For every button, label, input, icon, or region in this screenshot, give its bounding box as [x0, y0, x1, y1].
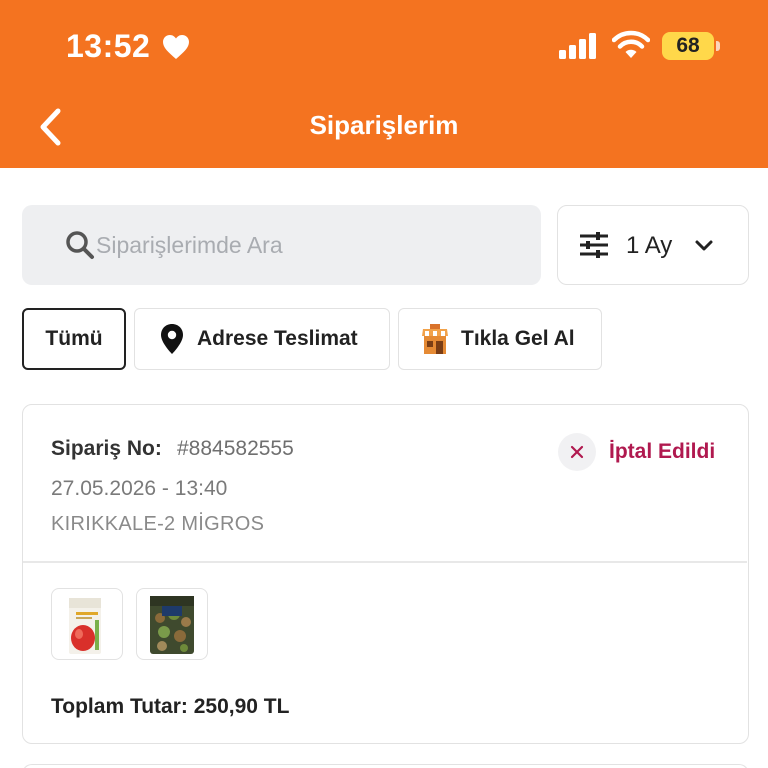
- order-store: KIRIKKALE-2 MİGROS: [51, 513, 265, 535]
- divider: [23, 561, 747, 563]
- search-input[interactable]: [96, 205, 526, 285]
- period-label: 1 Ay: [626, 232, 673, 259]
- chip-label: Tümü: [45, 327, 103, 350]
- order-total: Toplam Tutar: 250,90 TL: [51, 695, 290, 718]
- chip-address-delivery[interactable]: Adrese Teslimat: [134, 308, 390, 370]
- product-thumbnail: [51, 588, 123, 660]
- search-box[interactable]: [22, 205, 541, 285]
- battery-icon: 68: [662, 32, 714, 60]
- order-number: #884582555: [177, 437, 294, 460]
- product-image: [150, 596, 194, 654]
- heart-icon: [163, 35, 189, 59]
- battery-level: 68: [676, 34, 700, 57]
- order-card[interactable]: Sipariş No: #884582555 27.05.2026 - 13:4…: [22, 404, 749, 744]
- location-pin-icon: [161, 324, 183, 354]
- search-icon: [66, 231, 94, 259]
- store-icon: [422, 324, 448, 354]
- chip-label: Tıkla Gel Al: [461, 327, 575, 350]
- period-filter-button[interactable]: 1 Ay: [557, 205, 749, 285]
- main-content: 1 Ay Tümü Adrese Teslimat Tıkla Gel Al S…: [0, 168, 768, 768]
- filter-icon: [580, 232, 608, 258]
- product-thumbnail: [136, 588, 208, 660]
- order-number-label: Sipariş No:: [51, 437, 162, 460]
- page-title: Siparişlerim: [309, 110, 459, 140]
- close-icon: [570, 445, 584, 459]
- order-date: 27.05.2026 - 13:40: [51, 477, 228, 500]
- chip-click-collect[interactable]: Tıkla Gel Al: [398, 308, 602, 370]
- status-indicator: [558, 433, 596, 471]
- status-bar: 13:52 68: [0, 0, 768, 92]
- chevron-down-icon: [695, 240, 713, 251]
- battery-tip: [716, 41, 720, 51]
- product-image: [69, 598, 101, 654]
- wifi-icon: [612, 30, 650, 58]
- chip-all[interactable]: Tümü: [22, 308, 126, 370]
- chip-label: Adrese Teslimat: [197, 327, 358, 350]
- status-time: 13:52: [66, 28, 151, 64]
- app-header: 13:52 68 Siparişlerim: [0, 0, 768, 168]
- signal-icon: [559, 33, 596, 59]
- next-order-card[interactable]: [22, 764, 749, 768]
- order-status: İptal Edildi: [609, 440, 716, 463]
